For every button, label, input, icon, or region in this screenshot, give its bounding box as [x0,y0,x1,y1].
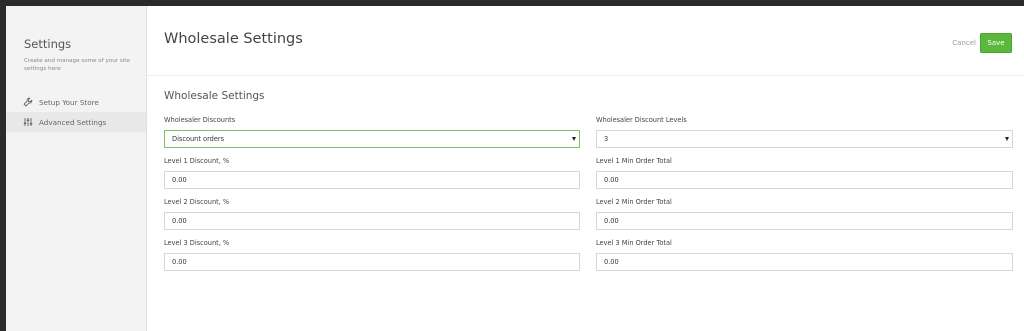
level2-min-label: Level 2 Min Order Total [596,198,672,206]
sidebar: Settings Create and manage some of your … [6,6,147,331]
sidebar-item-setup-your-store[interactable]: Setup Your Store [6,92,146,112]
sidebar-item-advanced-settings[interactable]: Advanced Settings [6,112,146,132]
chevron-down-icon [1005,137,1009,141]
main-content: Wholesale Settings Cancel Save Wholesale… [147,6,1024,331]
discount-levels-label: Wholesaler Discount Levels [596,116,687,124]
chevron-down-icon [572,137,576,141]
sliders-icon [23,117,33,127]
discount-levels-value: 3 [604,135,609,143]
sidebar-description: Create and manage some of your site sett… [24,58,130,72]
wholesaler-discounts-label: Wholesaler Discounts [164,116,236,124]
level1-min-input[interactable]: 0.00 [596,171,1013,189]
level2-min-input[interactable]: 0.00 [596,212,1013,230]
level3-discount-input[interactable]: 0.00 [164,253,580,271]
level2-discount-input[interactable]: 0.00 [164,212,580,230]
level3-min-value: 0.00 [604,258,619,266]
level2-min-value: 0.00 [604,217,619,225]
wholesaler-discounts-select[interactable]: Discount orders [164,130,580,148]
discount-levels-select[interactable]: 3 [596,130,1013,148]
level2-discount-value: 0.00 [172,217,187,225]
cancel-button[interactable]: Cancel [952,39,976,47]
level2-discount-label: Level 2 Discount, % [164,198,230,206]
page-header: Wholesale Settings Cancel Save [147,6,1024,76]
level1-discount-label: Level 1 Discount, % [164,157,230,165]
level3-discount-label: Level 3 Discount, % [164,239,230,247]
section-title: Wholesale Settings [164,90,265,102]
sidebar-item-label: Setup Your Store [39,97,99,107]
sidebar-nav: Setup Your Store Advanced Settings [6,92,146,132]
level1-discount-value: 0.00 [172,176,187,184]
settings-window: Settings Create and manage some of your … [6,6,1024,331]
wrench-icon [23,97,33,107]
level3-min-input[interactable]: 0.00 [596,253,1013,271]
sidebar-title: Settings [24,37,72,51]
level3-min-label: Level 3 Min Order Total [596,239,672,247]
page-title: Wholesale Settings [164,31,303,47]
level3-discount-value: 0.00 [172,258,187,266]
save-button[interactable]: Save [980,33,1012,53]
level1-min-value: 0.00 [604,176,619,184]
sidebar-item-label: Advanced Settings [39,117,107,127]
level1-min-label: Level 1 Min Order Total [596,157,672,165]
wholesaler-discounts-value: Discount orders [172,135,225,143]
level1-discount-input[interactable]: 0.00 [164,171,580,189]
